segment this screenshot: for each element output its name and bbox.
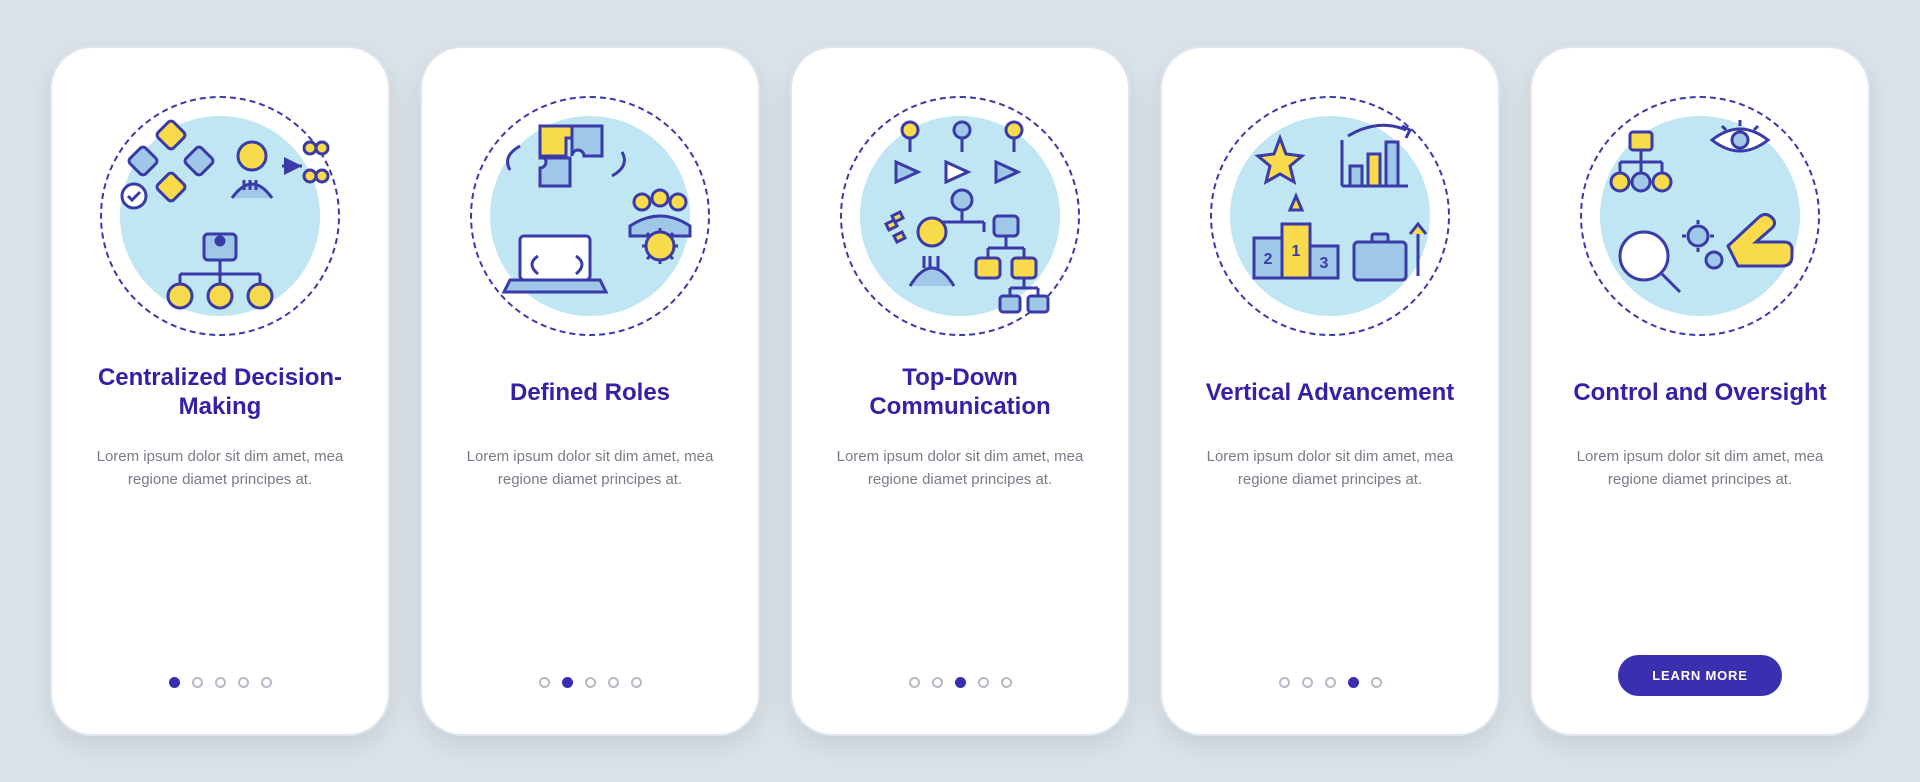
pagination-dots [1279,677,1382,688]
phone-card-centralized: Centralized Decision-Making Lorem ipsum … [50,46,390,736]
centralized-decision-icon [110,106,330,326]
dot-2[interactable] [932,677,943,688]
phone-card-defined-roles: Defined Roles Lorem ipsum dolor sit dim … [420,46,760,736]
dot-2[interactable] [562,677,573,688]
phone-card-control-oversight: Control and Oversight Lorem ipsum dolor … [1530,46,1870,736]
control-oversight-icon [1590,106,1810,326]
vertical-advancement-icon: 2 1 3 [1220,106,1440,326]
dot-5[interactable] [261,677,272,688]
pagination-dots [169,677,272,688]
dot-4[interactable] [608,677,619,688]
dot-4[interactable] [1348,677,1359,688]
icon-wrap [100,96,340,336]
dot-3[interactable] [955,677,966,688]
card-title: Centralized Decision-Making [82,364,358,422]
defined-roles-icon [480,106,700,326]
dot-5[interactable] [1001,677,1012,688]
dot-1[interactable] [169,677,180,688]
card-title: Control and Oversight [1573,364,1826,422]
top-down-communication-icon [850,106,1070,326]
dot-1[interactable] [909,677,920,688]
dot-3[interactable] [215,677,226,688]
dot-1[interactable] [539,677,550,688]
icon-wrap [470,96,710,336]
svg-text:3: 3 [1320,255,1329,272]
dot-3[interactable] [1325,677,1336,688]
card-desc: Lorem ipsum dolor sit dim amet, mea regi… [1562,446,1838,491]
dot-1[interactable] [1279,677,1290,688]
card-desc: Lorem ipsum dolor sit dim amet, mea regi… [1192,446,1468,491]
dot-5[interactable] [631,677,642,688]
pagination-dots [909,677,1012,688]
dot-3[interactable] [585,677,596,688]
card-title: Vertical Advancement [1206,364,1455,422]
card-desc: Lorem ipsum dolor sit dim amet, mea regi… [452,446,728,491]
icon-wrap: 2 1 3 [1210,96,1450,336]
phone-card-vertical-advancement: 2 1 3 Vertical Advancement Lorem ipsum d… [1160,46,1500,736]
dot-2[interactable] [1302,677,1313,688]
pagination-dots [539,677,642,688]
card-title: Top-Down Communication [822,364,1098,422]
dot-2[interactable] [192,677,203,688]
card-desc: Lorem ipsum dolor sit dim amet, mea regi… [82,446,358,491]
learn-more-button[interactable]: LEARN MORE [1618,655,1781,696]
learn-more-row: LEARN MORE [1618,655,1781,696]
icon-wrap [1580,96,1820,336]
dot-4[interactable] [978,677,989,688]
svg-text:1: 1 [1292,243,1301,260]
icon-wrap [840,96,1080,336]
card-desc: Lorem ipsum dolor sit dim amet, mea regi… [822,446,1098,491]
phone-card-top-down: Top-Down Communication Lorem ipsum dolor… [790,46,1130,736]
card-title: Defined Roles [510,364,670,422]
dot-5[interactable] [1371,677,1382,688]
dot-4[interactable] [238,677,249,688]
svg-text:2: 2 [1264,251,1273,268]
phones-row: Centralized Decision-Making Lorem ipsum … [50,46,1870,736]
